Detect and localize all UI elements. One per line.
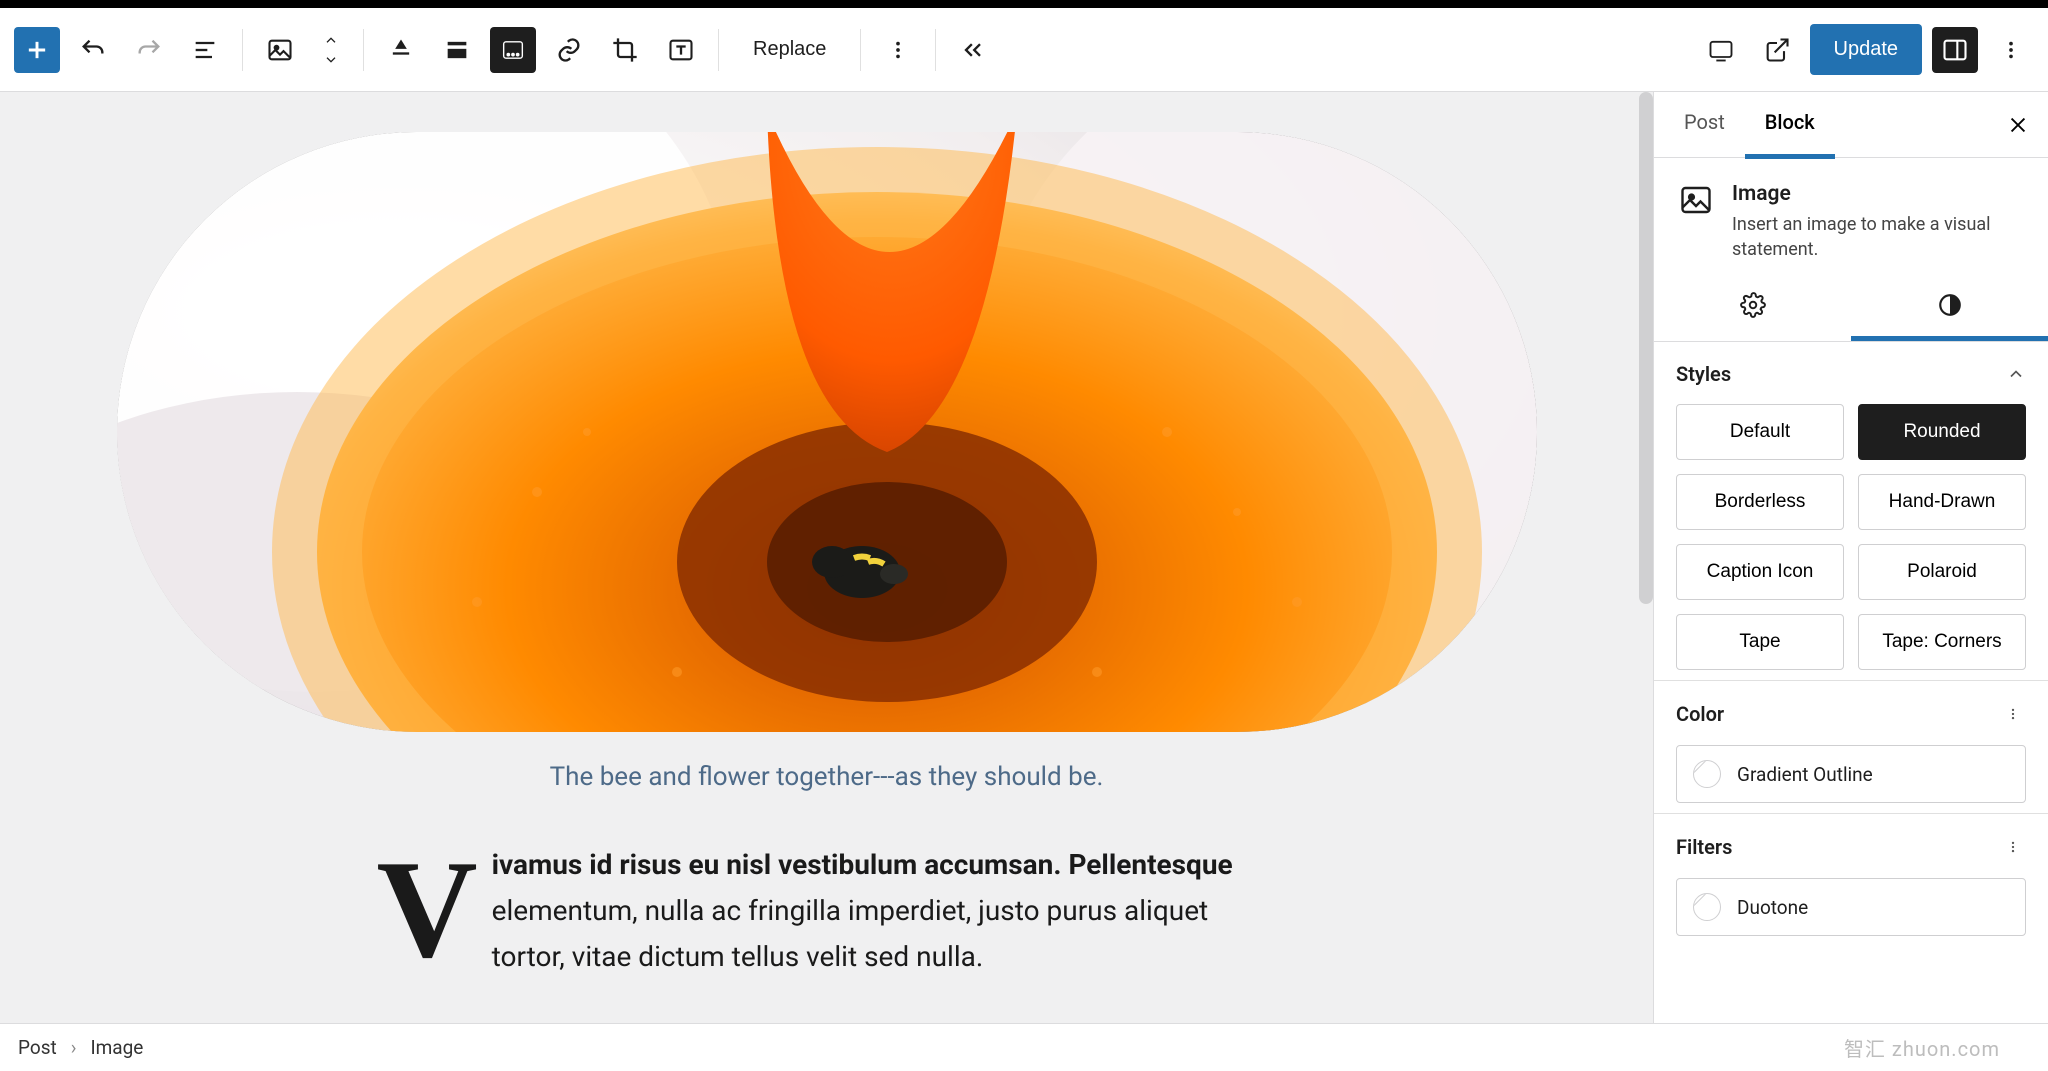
image-block[interactable] (117, 132, 1537, 732)
view-button[interactable] (1698, 27, 1744, 73)
close-icon (2007, 114, 2029, 136)
color-heading: Color (1676, 702, 1724, 726)
redo-button[interactable] (126, 27, 172, 73)
block-title: Image (1732, 182, 2024, 206)
add-block-button[interactable] (14, 27, 60, 73)
align-button[interactable] (378, 27, 424, 73)
settings-sidebar-toggle[interactable] (1932, 27, 1978, 73)
replace-button[interactable]: Replace (733, 26, 846, 73)
caption-toggle-button[interactable] (490, 27, 536, 73)
toolbar-right-cluster: Update (1698, 24, 2035, 75)
paragraph-rest: elementum, nulla ac fringilla imperdiet,… (492, 894, 1209, 973)
text-overlay-button[interactable] (658, 27, 704, 73)
gear-icon (1740, 292, 1766, 318)
color-heading-row: Color (1676, 701, 2026, 727)
filters-section: Filters Duotone (1654, 814, 2048, 946)
image-content (117, 132, 1537, 732)
more-options-button[interactable] (875, 27, 921, 73)
scrollbar[interactable] (1639, 92, 1653, 604)
link-button[interactable] (546, 27, 592, 73)
image-block-icon[interactable] (257, 27, 303, 73)
align-full-button[interactable] (434, 27, 480, 73)
move-block-buttons[interactable] (313, 33, 349, 67)
swatch-empty-icon (1693, 893, 1721, 921)
watermark-text: 智汇 zhuon.com (1844, 1033, 2030, 1062)
toolbar-separator (363, 29, 364, 71)
editor-canvas[interactable]: The bee and flower together---as they sh… (47, 92, 1607, 1023)
image-caption[interactable]: The bee and flower together---as they sh… (107, 762, 1547, 792)
styles-section: Styles DefaultRoundedBorderlessHand-Draw… (1654, 342, 2048, 681)
tab-block[interactable]: Block (1745, 92, 1835, 159)
toolbar-left-cluster: Replace (14, 26, 996, 73)
style-option-rounded[interactable]: Rounded (1858, 404, 2026, 460)
style-option-caption-icon[interactable]: Caption Icon (1676, 544, 1844, 600)
open-preview-button[interactable] (1754, 27, 1800, 73)
filters-more-button[interactable] (2000, 834, 2026, 860)
options-menu-button[interactable] (1988, 27, 2034, 73)
breadcrumb-footer: Post › Image 智汇 zhuon.com (0, 1023, 2048, 1071)
contrast-icon (1937, 292, 1963, 318)
breadcrumb-root[interactable]: Post (18, 1036, 57, 1059)
breadcrumb-leaf[interactable]: Image (90, 1036, 143, 1059)
chevron-right-icon: › (71, 1036, 77, 1059)
filters-heading: Filters (1676, 835, 1732, 859)
block-card: Image Insert an image to make a visual s… (1654, 158, 2048, 274)
filters-item-label: Duotone (1737, 896, 1808, 919)
undo-button[interactable] (70, 27, 116, 73)
color-section: Color Gradient Outline (1654, 681, 2048, 814)
style-options-grid: DefaultRoundedBorderlessHand-DrawnCaptio… (1676, 404, 2026, 670)
chevron-up-icon (2006, 364, 2026, 384)
swatch-empty-icon (1693, 760, 1721, 788)
style-option-hand-drawn[interactable]: Hand-Drawn (1858, 474, 2026, 530)
color-more-button[interactable] (2000, 701, 2026, 727)
color-gradient-outline-row[interactable]: Gradient Outline (1676, 745, 2026, 803)
settings-sidebar: Post Block Image Insert an image to make… (1653, 92, 2048, 1023)
sidebar-tabs: Post Block (1654, 92, 2048, 158)
dropcap: V (377, 842, 492, 969)
collapse-toolbar-button[interactable] (950, 27, 996, 73)
more-vertical-icon (2006, 704, 2020, 724)
style-option-default[interactable]: Default (1676, 404, 1844, 460)
toolbar-separator (935, 29, 936, 71)
subtab-settings[interactable] (1654, 274, 1851, 341)
style-option-tape-corners[interactable]: Tape: Corners (1858, 614, 2026, 670)
block-description: Insert an image to make a visual stateme… (1732, 212, 2024, 262)
update-button[interactable]: Update (1810, 24, 1923, 75)
paragraph-block[interactable]: V ivamus id risus eu nisl vestibulum acc… (377, 842, 1277, 981)
subtab-styles[interactable] (1851, 274, 2048, 341)
editor-canvas-wrap: The bee and flower together---as they sh… (0, 92, 1653, 1023)
close-sidebar-button[interactable] (1998, 105, 2038, 145)
style-option-tape[interactable]: Tape (1676, 614, 1844, 670)
crop-button[interactable] (602, 27, 648, 73)
toolbar-separator (860, 29, 861, 71)
tab-post[interactable]: Post (1664, 92, 1745, 159)
more-vertical-icon (2006, 837, 2020, 857)
document-overview-button[interactable] (182, 27, 228, 73)
image-icon (1678, 182, 1714, 218)
filters-duotone-row[interactable]: Duotone (1676, 878, 2026, 936)
style-option-polaroid[interactable]: Polaroid (1858, 544, 2026, 600)
top-toolbar: Replace Update (0, 8, 2048, 92)
style-option-borderless[interactable]: Borderless (1676, 474, 1844, 530)
main-area: The bee and flower together---as they sh… (0, 92, 2048, 1023)
color-item-label: Gradient Outline (1737, 763, 1873, 786)
toolbar-separator (718, 29, 719, 71)
styles-heading: Styles (1676, 362, 1731, 386)
paragraph-lead: ivamus id risus eu nisl vestibulum accum… (492, 848, 1233, 881)
styles-heading-row[interactable]: Styles (1676, 362, 2026, 386)
filters-heading-row: Filters (1676, 834, 2026, 860)
toolbar-separator (242, 29, 243, 71)
inspector-subtabs (1654, 274, 2048, 342)
